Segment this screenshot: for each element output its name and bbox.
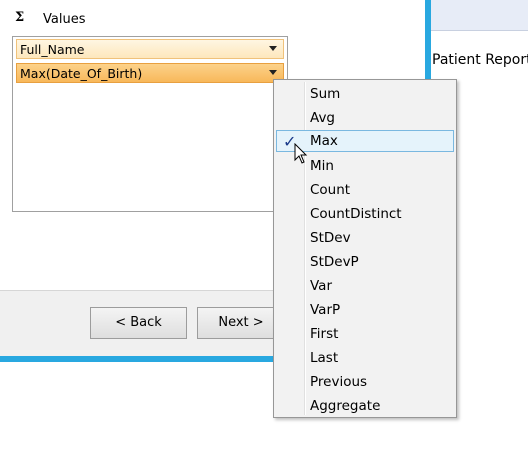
menu-item-last[interactable]: Last [276, 347, 454, 369]
menu-item-label: Aggregate [310, 398, 381, 414]
menu-item-count[interactable]: Count [276, 179, 454, 201]
menu-item-label: Count [310, 182, 351, 198]
menu-item-var[interactable]: Var [276, 275, 454, 297]
dropdown-arrow-icon[interactable] [269, 46, 277, 51]
menu-item-varp[interactable]: VarP [276, 299, 454, 321]
menu-item-stdevp[interactable]: StDevP [276, 251, 454, 273]
report-title: Patient Report [432, 52, 528, 68]
value-field-date-of-birth[interactable]: Max(Date_Of_Birth) [16, 63, 284, 83]
menu-item-label: Last [310, 350, 339, 366]
menu-item-label: VarP [310, 302, 341, 318]
next-button[interactable]: Next > [197, 307, 285, 339]
value-field-label: Max(Date_Of_Birth) [20, 66, 143, 81]
value-field-label: Full_Name [20, 42, 85, 57]
menu-item-label: Avg [310, 110, 336, 126]
menu-item-aggregate[interactable]: Aggregate [276, 395, 454, 417]
menu-item-stdev[interactable]: StDev [276, 227, 454, 249]
menu-item-label: Sum [310, 86, 341, 102]
menu-item-label: First [310, 326, 339, 342]
menu-item-label: StDevP [310, 254, 359, 270]
menu-item-label: StDev [310, 230, 351, 246]
dropdown-arrow-icon[interactable] [269, 70, 277, 75]
value-field-full-name[interactable]: Full_Name [16, 39, 284, 59]
menu-item-countdistinct[interactable]: CountDistinct [276, 203, 454, 225]
menu-item-label: CountDistinct [310, 206, 402, 222]
back-button[interactable]: < Back [90, 307, 187, 339]
values-section-title: Values [43, 12, 86, 27]
menu-item-label: Previous [310, 374, 368, 390]
aggregate-function-menu: Sum Avg ✓ Max Min Count CountDistinct St… [273, 79, 457, 418]
menu-item-previous[interactable]: Previous [276, 371, 454, 393]
sigma-icon: Σ [15, 10, 25, 25]
menu-item-sum[interactable]: Sum [276, 83, 454, 105]
values-list: Full_Name Max(Date_Of_Birth) [12, 36, 288, 212]
menu-item-label: Var [310, 278, 333, 294]
report-header-strip [431, 0, 528, 31]
menu-item-avg[interactable]: Avg [276, 107, 454, 129]
menu-item-label: Min [310, 158, 334, 174]
mouse-pointer-icon [294, 143, 308, 164]
menu-item-first[interactable]: First [276, 323, 454, 345]
menu-item-label: Max [310, 133, 338, 149]
